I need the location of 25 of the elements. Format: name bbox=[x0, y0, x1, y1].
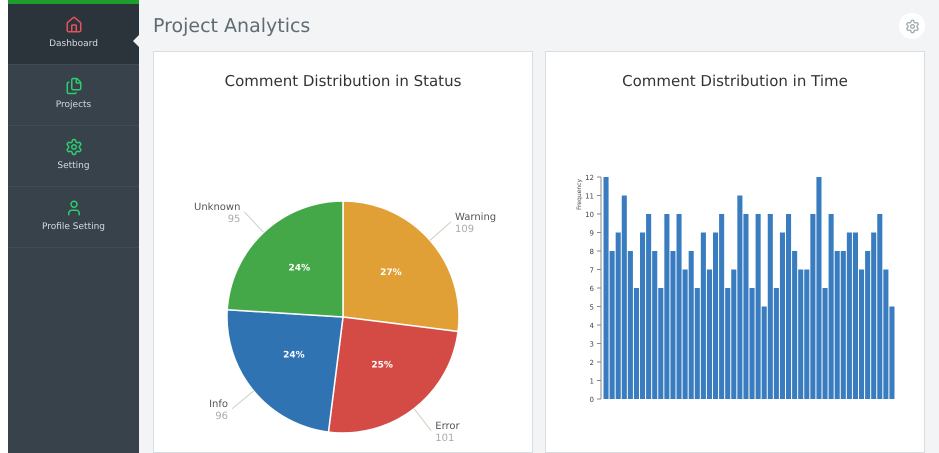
leader-line bbox=[232, 390, 254, 410]
slice-label: Info bbox=[209, 398, 228, 410]
slice-label: Warning bbox=[455, 212, 496, 223]
chart-title: Comment Distribution in Time bbox=[622, 70, 848, 92]
slice-value: 101 bbox=[435, 432, 454, 444]
sidebar-item[interactable]: Dashboard bbox=[8, 4, 139, 65]
gear-icon bbox=[64, 138, 82, 156]
slice-percent: 24% bbox=[288, 264, 310, 274]
slice-value: 95 bbox=[228, 214, 240, 226]
settings-icon bbox=[904, 18, 920, 34]
slice-value: 96 bbox=[215, 410, 228, 422]
settings-button[interactable] bbox=[899, 13, 925, 40]
slice-percent: 25% bbox=[371, 360, 393, 370]
page-title: Project Analytics bbox=[153, 14, 310, 39]
slice-value: 109 bbox=[455, 224, 474, 235]
leader-line bbox=[244, 212, 264, 233]
chart-title: Comment Distribution in Status bbox=[224, 70, 462, 92]
house-icon bbox=[64, 16, 82, 34]
files-icon bbox=[64, 77, 82, 96]
slice-label: Unknown bbox=[194, 202, 240, 214]
slice-percent: 27% bbox=[380, 268, 402, 278]
leader-line bbox=[414, 408, 432, 432]
slice-label: Error bbox=[435, 420, 460, 432]
slice-percent: 24% bbox=[283, 350, 305, 361]
leader-line bbox=[430, 221, 452, 241]
